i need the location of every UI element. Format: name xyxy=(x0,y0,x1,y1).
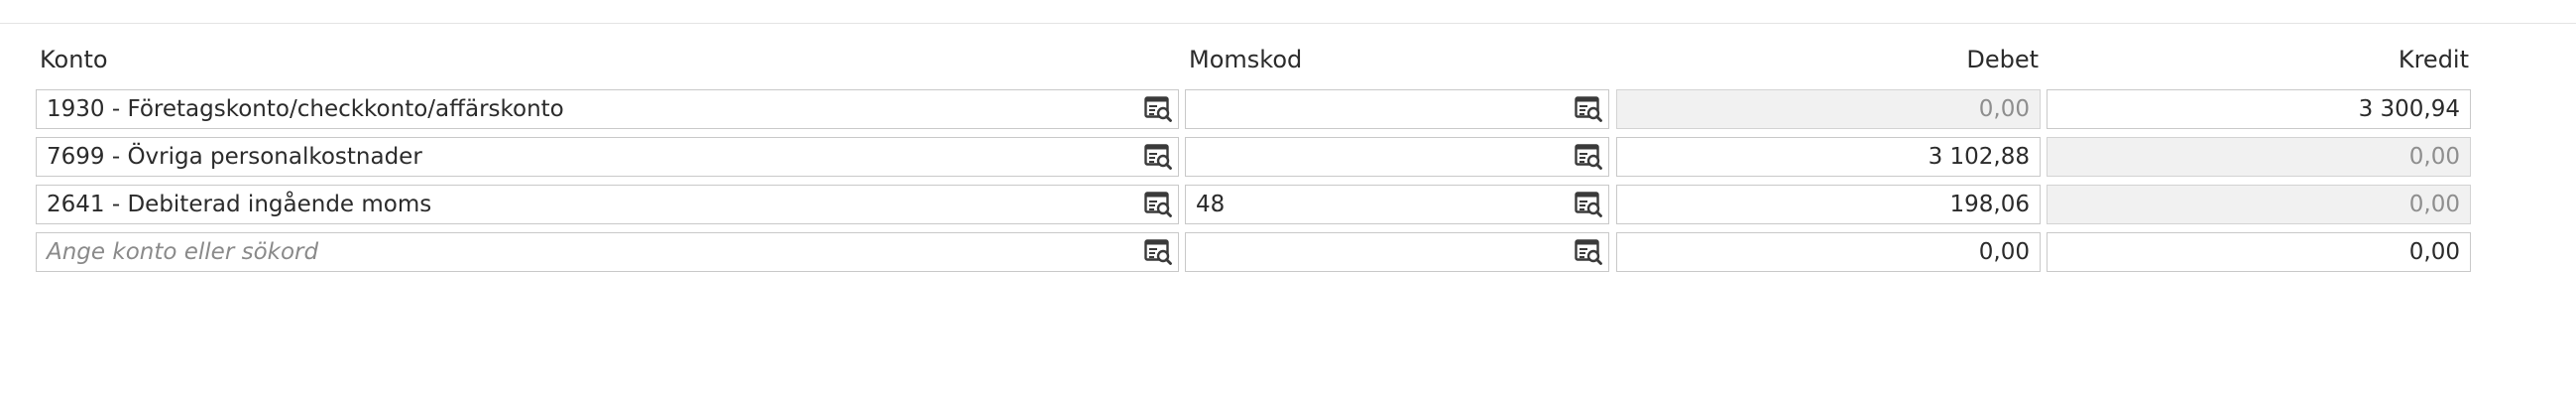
konto-placeholder: Ange konto eller sökord xyxy=(47,239,319,265)
row-2-momskod-field[interactable] xyxy=(1185,137,1609,177)
row-1-momskod-field[interactable] xyxy=(1185,89,1609,129)
new-row-debet-value: 0,00 xyxy=(1978,239,2030,265)
list-search-icon[interactable] xyxy=(1575,192,1602,217)
row-1-kredit-field[interactable]: 3 300,94 xyxy=(2047,89,2471,129)
row-3-momskod-field[interactable]: 48 xyxy=(1185,185,1609,224)
row-2-konto-value: 7699 - Övriga personalkostnader xyxy=(47,144,422,170)
row-3-debet-value: 198,06 xyxy=(1949,192,2030,217)
new-row-konto-field[interactable]: Ange konto eller sökord xyxy=(36,232,1179,272)
list-search-icon[interactable] xyxy=(1144,144,1172,170)
row-2-debet-field[interactable]: 3 102,88 xyxy=(1616,137,2041,177)
column-header-konto: Konto xyxy=(40,46,108,73)
row-3-konto-field[interactable]: 2641 - Debiterad ingående moms xyxy=(36,185,1179,224)
row-1-kredit-value: 3 300,94 xyxy=(2358,96,2460,122)
column-header-kredit: Kredit xyxy=(2398,46,2469,73)
column-header-debet: Debet xyxy=(1966,46,2039,73)
list-search-icon[interactable] xyxy=(1575,144,1602,170)
row-3-momskod-value: 48 xyxy=(1196,192,1226,217)
list-search-icon[interactable] xyxy=(1575,96,1602,122)
row-1-debet-value: 0,00 xyxy=(1978,96,2030,122)
row-3-konto-value: 2641 - Debiterad ingående moms xyxy=(47,192,432,217)
new-row-debet-field[interactable]: 0,00 xyxy=(1616,232,2041,272)
row-1-debet-field: 0,00 xyxy=(1616,89,2041,129)
top-divider xyxy=(0,23,2576,24)
list-search-icon[interactable] xyxy=(1144,192,1172,217)
row-2-konto-field[interactable]: 7699 - Övriga personalkostnader xyxy=(36,137,1179,177)
row-2-kredit-field: 0,00 xyxy=(2047,137,2471,177)
row-2-debet-value: 3 102,88 xyxy=(1928,144,2030,170)
column-header-momskod: Momskod xyxy=(1189,46,1303,73)
row-1-konto-value: 1930 - Företagskonto/checkkonto/affärsko… xyxy=(47,96,564,122)
voucher-rows-page: Konto Momskod Debet Kredit 1930 - Företa… xyxy=(0,0,2576,403)
new-row-kredit-value: 0,00 xyxy=(2408,239,2460,265)
list-search-icon[interactable] xyxy=(1144,96,1172,122)
row-1-konto-field[interactable]: 1930 - Företagskonto/checkkonto/affärsko… xyxy=(36,89,1179,129)
row-3-debet-field[interactable]: 198,06 xyxy=(1616,185,2041,224)
new-row-kredit-field[interactable]: 0,00 xyxy=(2047,232,2471,272)
new-row-momskod-field[interactable] xyxy=(1185,232,1609,272)
list-search-icon[interactable] xyxy=(1144,239,1172,265)
row-2-kredit-value: 0,00 xyxy=(2408,144,2460,170)
row-3-kredit-value: 0,00 xyxy=(2408,192,2460,217)
row-3-kredit-field: 0,00 xyxy=(2047,185,2471,224)
list-search-icon[interactable] xyxy=(1575,239,1602,265)
